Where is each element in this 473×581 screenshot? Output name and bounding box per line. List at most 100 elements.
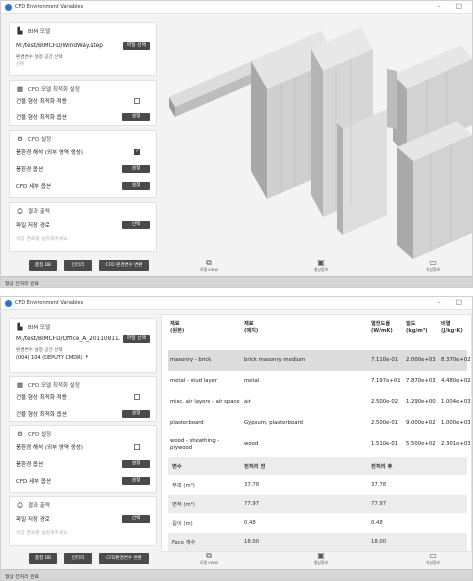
dropdown-arrow-icon[interactable]: ▾ [86, 355, 88, 360]
save-path-input[interactable]: 저장 경로를 설정해주세요 [16, 235, 68, 242]
status-bar: 형상 전처리 완료 [1, 276, 472, 287]
optimize-section-title: CFD 모델 최적화 설정 [28, 87, 80, 93]
minimize-icon[interactable]: – [433, 2, 445, 10]
table-row[interactable]: masonry - brick brick masonry medium 7.1… [168, 350, 471, 371]
interior-button[interactable]: 인터리 [64, 553, 92, 564]
space-select-dropdown[interactable]: (004) 104 (DEPUTY CMDR) [16, 355, 83, 361]
window-title: CFD Environment Variables [15, 4, 84, 10]
tab-shape-info[interactable]: ▣ 형상정보 [301, 551, 341, 566]
tab-property-info[interactable]: ▭ 속성정보 [413, 258, 453, 273]
window-title: CFD Environment Variables [15, 300, 84, 306]
material-db-button[interactable]: 품질 DB [29, 553, 57, 564]
view-toolbar: ⧉ 모델 VIEW ▣ 형상정보 ▭ 속성정보 [161, 551, 472, 570]
optimize-apply-label: 건물 형상 최적화 적용 [16, 394, 67, 401]
grid-icon: ▦ [16, 85, 24, 93]
bim-model-section: ▙ BIM 모델 M:/test/BIMCFD/WindWay.step 파일 … [9, 22, 157, 76]
col-specific-heat: 비열 (J/kg·K) [441, 321, 463, 334]
file-select-button[interactable]: 파일 선택 [122, 334, 150, 343]
optimize-apply-checkbox[interactable] [134, 393, 140, 400]
cube-icon: ⧉ [206, 551, 212, 560]
optimize-apply-label: 건물 형상 최적화 적용 [16, 98, 67, 105]
tab-shape-info[interactable]: ▣ 형상정보 [301, 258, 341, 273]
printer-icon: ⎙ [17, 207, 23, 215]
inflow-analysis-checkbox[interactable] [134, 443, 140, 450]
bim-file-path: M:/test/BIMCFD/Office_A_20110811.ifc [16, 335, 120, 342]
cfd-convert-button[interactable]: CFD환경변수 변환 [99, 553, 149, 564]
save-path-input[interactable]: 저장 경로를 설정해주세요 [16, 529, 68, 536]
optimize-settings-button[interactable]: 설정 [122, 409, 150, 418]
tab-property-info-label: 속성정보 [426, 267, 440, 272]
table-row[interactable]: metal - stud layer metal 7.197e+01 7.870… [168, 371, 471, 392]
interior-button[interactable]: 인터리 [64, 260, 92, 271]
gear-icon: ⚙ [17, 430, 23, 438]
view-toolbar: ⧉ 모델 VIEW ▣ 형상정보 ▭ 속성정보 [161, 258, 472, 277]
table-row[interactable]: wood - sheathing - plywood wood 1.510e-0… [168, 434, 471, 455]
property-row: 길이 (m) 0.48 0.48 [172, 520, 383, 527]
cfd-section-title: CFD 설정 [28, 432, 52, 438]
inflow-options-label: 풍환경 옵션 [16, 461, 44, 468]
inflow-analysis-label: 풍환경 해석 (외부 영역 생성) [16, 149, 83, 156]
bim-file-path: M:/test/BIMCFD/WindWay.step [16, 42, 103, 49]
material-table-header: 재료 (원본) 재료 (매치) 열전도율 (W/mK) 밀도 (kg/m³) 비열 (J/… [162, 315, 471, 351]
cfd-optimize-section: ▦ CFD 모델 최적화 설정 건물 형상 최적화 적용 건물 형상 최적화 옵… [9, 376, 157, 422]
grid-icon: ▦ [16, 381, 24, 389]
cfd-optimize-section: ▦ CFD 모델 최적화 설정 건물 형상 최적화 적용 건물 형상 최적화 옵… [9, 80, 157, 126]
monitor-icon: ▭ [429, 258, 437, 267]
file-select-button[interactable]: 파일 선택 [122, 41, 150, 50]
save-path-select-button[interactable]: 선택 [122, 220, 150, 229]
status-bar: 형상 전처리 완료 [1, 569, 472, 580]
cfd-section-title: CFD 설정 [28, 137, 52, 143]
col-conductivity: 열전도율 (W/mK) [371, 321, 393, 334]
table-row[interactable]: misc. air layers - air space air 2.500e-… [168, 392, 471, 413]
property-row: 면적 (m²) 77.97 77.97 [168, 495, 467, 513]
space-select-label: 환경변수 설정 공간 선택 [16, 54, 63, 60]
output-section: ⎙ 결과 출력 파일 저장 경로 선택 저장 경로를 설정해주세요 [9, 202, 157, 252]
material-db-button[interactable]: 품질 DB [29, 260, 57, 271]
property-row: 부피 (m³) 37.78 37.78 [172, 482, 387, 489]
app-logo-icon [5, 300, 12, 307]
cfd-settings-section: ⚙ CFD 설정 풍환경 해석 (외부 영역 생성) 풍환경 옵션 설정 CFD… [9, 130, 157, 198]
optimize-options-label: 건물 형상 최적화 옵션 [16, 114, 67, 121]
printer-icon: ⎙ [17, 501, 23, 509]
tab-model-view[interactable]: ⧉ 모델 VIEW [189, 551, 229, 566]
status-text: 형상 전처리 완료 [5, 575, 39, 580]
tab-property-info[interactable]: ▭ 속성정보 [413, 551, 453, 566]
tab-model-view-label: 모델 VIEW [199, 267, 219, 272]
property-table-header: 변수 전처리 전 전처리 후 [168, 457, 467, 475]
inflow-settings-button[interactable]: 설정 [122, 164, 150, 173]
optimize-section-title: CFD 모델 최적화 설정 [28, 383, 80, 389]
optimize-options-label: 건물 형상 최적화 옵션 [16, 411, 67, 418]
bim-section-title: BIM 모델 [28, 325, 51, 331]
cfd-detail-label: CFD 세부 옵션 [16, 478, 51, 485]
image-icon: ▣ [317, 258, 325, 267]
building-model-render [169, 27, 472, 259]
inflow-settings-button[interactable]: 설정 [122, 459, 150, 468]
optimize-settings-button[interactable]: 설정 [122, 112, 150, 121]
monitor-icon: ▭ [429, 551, 437, 560]
app-window-property-view: CFD Environment Variables – □ ▙ BIM 모델 M… [0, 296, 473, 581]
table-row[interactable]: plasterboard Gypsum, plasterboard 2.500e… [168, 413, 471, 434]
optimize-apply-checkbox[interactable] [134, 97, 140, 104]
tab-shape-info-label: 형상정보 [314, 267, 328, 272]
close-icon[interactable]: □ [453, 2, 465, 10]
building-icon: ▙ [17, 323, 23, 331]
cfd-detail-settings-button[interactable]: 설정 [122, 476, 150, 485]
cfd-convert-button[interactable]: CFD 환경변수 변환 [99, 260, 149, 271]
gear-icon: ⚙ [17, 135, 23, 143]
minimize-icon[interactable]: – [433, 298, 445, 306]
tab-shape-info-label: 형상정보 [314, 560, 328, 565]
space-select-label: 환경변수 설정 공간 선택 [16, 347, 63, 353]
model-viewport[interactable] [161, 19, 472, 262]
inflow-analysis-checkbox[interactable] [134, 148, 140, 155]
cfd-detail-settings-button[interactable]: 설정 [122, 181, 150, 190]
bim-section-title: BIM 모델 [28, 29, 51, 35]
status-text: 형상 전처리 완료 [5, 282, 39, 287]
save-path-select-button[interactable]: 선택 [122, 514, 150, 523]
space-select-dropdown[interactable]: 선택 [16, 61, 24, 67]
output-section-title: 결과 출력 [28, 503, 50, 509]
close-icon[interactable]: □ [453, 298, 465, 306]
app-logo-icon [5, 4, 12, 11]
building-icon: ▙ [17, 27, 23, 35]
tab-model-view[interactable]: ⧉ 모델 VIEW [189, 258, 229, 273]
col-matched-material: 재료 (매치) [244, 321, 259, 334]
